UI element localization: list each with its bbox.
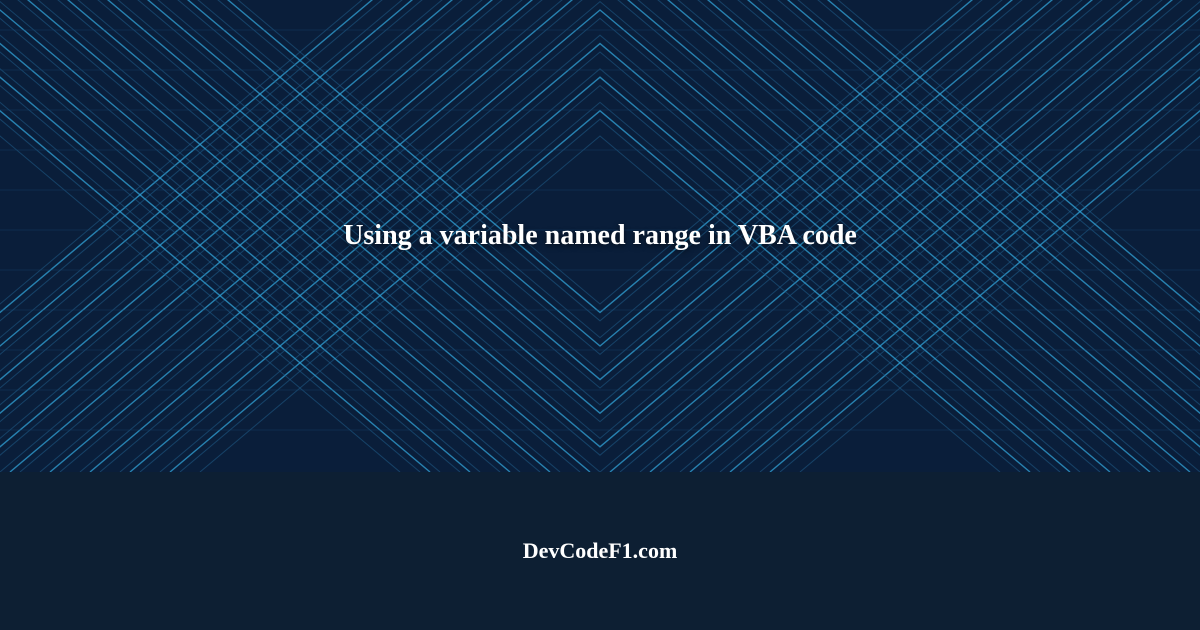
hero-banner: Using a variable named range in VBA code	[0, 0, 1200, 472]
site-name: DevCodeF1.com	[523, 538, 678, 564]
article-title: Using a variable named range in VBA code	[303, 220, 897, 252]
footer-bar: DevCodeF1.com	[0, 472, 1200, 630]
